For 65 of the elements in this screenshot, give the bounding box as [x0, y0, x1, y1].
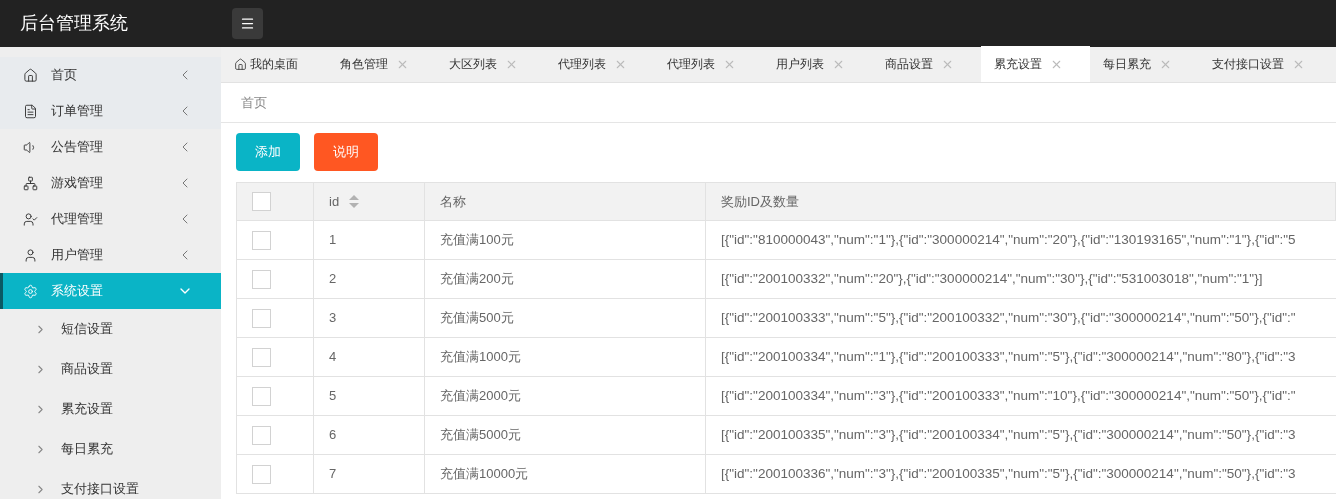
user-icon [23, 247, 38, 263]
table-cell-text: 4 [329, 348, 337, 367]
submenu-item[interactable]: 短信设置 [0, 309, 221, 349]
table-cell-text: 充值满10000元 [440, 465, 529, 484]
table-cell-text: [{"id":"200100334","num":"3"},{"id":"200100333","num":"10"},{"id":"300000214","num":"50"},{"id":" [721, 386, 1296, 405]
submenu-item[interactable]: 商品设置 [0, 349, 221, 389]
table-cell-text: 充值满2000元 [440, 387, 521, 406]
checkbox[interactable] [252, 464, 271, 484]
checkbox[interactable] [252, 269, 271, 289]
sidebar-item[interactable]: 首页 [0, 57, 221, 93]
table-cell-text: 6 [329, 426, 337, 445]
table-cell-text: 1 [329, 231, 337, 250]
sitemap-icon [23, 175, 38, 191]
sidebar-item[interactable]: 用户管理 [0, 237, 221, 273]
tab[interactable]: 我的桌面 [221, 46, 327, 82]
column-header: 奖励ID及数量 [706, 182, 1336, 221]
checkbox[interactable] [252, 192, 271, 211]
table-cell-text: 充值满500元 [440, 309, 514, 328]
menu-toggle-button[interactable] [232, 8, 263, 39]
tab[interactable]: 大区列表 [436, 46, 545, 82]
table-cell-text: [{"id":"200100334","num":"1"},{"id":"200100333","num":"5"},{"id":"300000214","num":"80"},{"id":"3 [721, 347, 1296, 366]
table-cell-text: 2 [329, 270, 337, 289]
sidebar-item[interactable]: 公告管理 [0, 129, 221, 165]
tab[interactable]: 支付接口设置 [1199, 46, 1332, 82]
table-cell-text: 充值满200元 [440, 270, 514, 289]
breadcrumb[interactable]: 首页 [241, 92, 267, 113]
tab[interactable]: 累充设置 [981, 46, 1090, 82]
submenu-item[interactable]: 每日累充 [0, 429, 221, 469]
tab[interactable]: 角色管理 [327, 46, 436, 82]
submenu-item[interactable]: 累充设置 [0, 389, 221, 429]
table-cell-text: 7 [329, 465, 337, 484]
sidebar-item[interactable]: 订单管理 [0, 93, 221, 129]
table-cell-text: 充值满5000元 [440, 426, 521, 445]
tab[interactable]: 代理列表 [654, 46, 763, 82]
checkbox[interactable] [252, 230, 271, 250]
document-icon [23, 103, 38, 119]
table-cell-text: 充值满100元 [440, 231, 514, 250]
settings-icon [23, 283, 38, 299]
table-cell-text: 3 [329, 309, 337, 328]
app-title: 后台管理系统 [20, 13, 128, 33]
tab[interactable]: 代理列表 [545, 46, 654, 82]
tab[interactable]: 商品设置 [872, 46, 981, 82]
checkbox[interactable] [252, 308, 271, 328]
home-icon [234, 57, 247, 71]
tab[interactable]: 每日累充 [1090, 46, 1199, 82]
column-header: 名称 [425, 182, 706, 221]
column-header[interactable]: id [314, 182, 425, 221]
sidebar-item[interactable]: 代理管理 [0, 201, 221, 237]
table-cell-text: [{"id":"200100332","num":"20"},{"id":"300000214","num":"30"},{"id":"531003018","num":"1"}] [721, 269, 1263, 288]
checkbox[interactable] [252, 347, 271, 367]
sort-icon[interactable] [349, 195, 360, 208]
table-cell-text: [{"id":"200100333","num":"5"},{"id":"200100332","num":"30"},{"id":"300000214","num":"50"},{"id":" [721, 308, 1296, 327]
tab[interactable]: 用户列表 [763, 46, 872, 82]
table-cell-text: [{"id":"200100336","num":"3"},{"id":"200100335","num":"5"},{"id":"300000214","num":"50"},{"id":"3 [721, 464, 1296, 483]
table-cell-text: [{"id":"200100335","num":"3"},{"id":"200100334","num":"5"},{"id":"300000214","num":"50"},{"id":"3 [721, 425, 1296, 444]
sidebar-item[interactable]: 游戏管理 [0, 165, 221, 201]
table-cell-text: [{"id":"810000043","num":"1"},{"id":"300000214","num":"20"},{"id":"130193165","num":"1"},{"id":"5 [721, 230, 1296, 249]
submenu-item[interactable]: 支付接口设置 [0, 469, 221, 499]
checkbox[interactable] [252, 425, 271, 445]
checkbox[interactable] [252, 386, 271, 406]
table-cell-text: 充值满1000元 [440, 348, 521, 367]
home-icon [23, 67, 38, 83]
table-cell-text: 5 [329, 387, 337, 406]
user-check-icon [23, 211, 38, 227]
menu-icon [240, 16, 255, 31]
